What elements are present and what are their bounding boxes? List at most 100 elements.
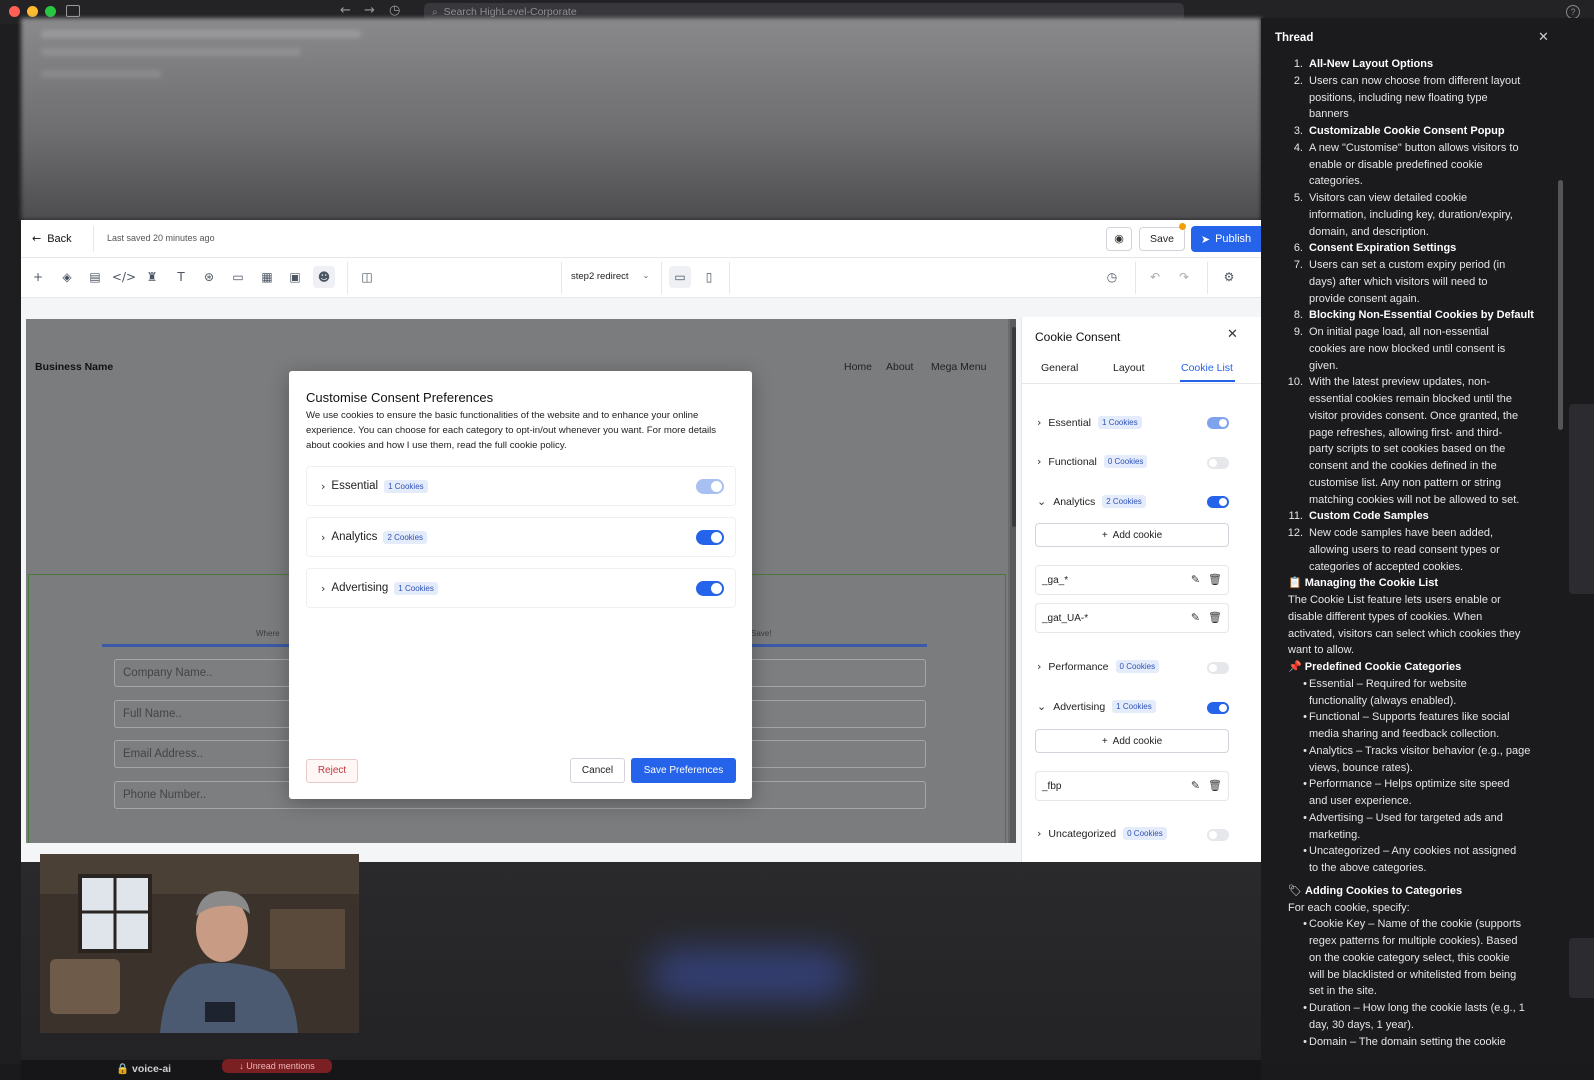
canvas-scroll-thumb[interactable] bbox=[1012, 327, 1016, 527]
panel-category-advertising[interactable]: ⌄ Advertising 1 Cookies bbox=[1037, 700, 1156, 713]
publish-button[interactable]: ➤ Publish bbox=[1191, 226, 1261, 252]
panel-uncategorized-toggle[interactable] bbox=[1207, 829, 1229, 841]
layers-icon[interactable]: ◈ bbox=[56, 266, 78, 288]
panel-performance-toggle[interactable] bbox=[1207, 662, 1229, 674]
chevron-down-icon: ⌄ bbox=[1037, 700, 1047, 713]
help-icon[interactable]: ? bbox=[1566, 5, 1580, 19]
thread-line-text: categories of accepted cookies. bbox=[1309, 560, 1464, 573]
thread-line-text: matching cookies will not be allowed to … bbox=[1309, 493, 1520, 506]
unread-mentions-badge[interactable]: ↓ Unread mentions bbox=[222, 1059, 332, 1073]
panel-analytics-toggle[interactable] bbox=[1207, 496, 1229, 508]
paint-icon[interactable]: ♜ bbox=[141, 266, 163, 288]
edit-icon[interactable]: ✎ bbox=[1191, 573, 1200, 586]
cancel-button[interactable]: Cancel bbox=[570, 758, 625, 783]
add-cookie-button-advertising[interactable]: + Add cookie bbox=[1035, 729, 1229, 753]
list-number: 4. bbox=[1293, 141, 1303, 154]
funnel-editor: ← Back Last saved 20 minutes ago ◉ Save … bbox=[21, 220, 1261, 862]
thread-line-text: Custom Code Samples bbox=[1309, 510, 1429, 523]
panel-advertising-toggle[interactable] bbox=[1207, 702, 1229, 714]
sidebar-toggle-icon[interactable] bbox=[66, 5, 80, 17]
minimize-window-button[interactable] bbox=[27, 6, 38, 17]
channel-voice-ai[interactable]: 🔒 voice-ai bbox=[116, 1062, 171, 1075]
page-select[interactable]: step2 redirect ⌄ bbox=[571, 271, 649, 282]
panel-category-analytics[interactable]: ⌄ Analytics 2 Cookies bbox=[1037, 495, 1146, 508]
modal-category-essential[interactable]: › Essential 1 Cookies bbox=[306, 466, 736, 506]
panel-essential-toggle[interactable] bbox=[1207, 417, 1229, 429]
thread-list-line: positions, including new floating type bbox=[1309, 90, 1488, 107]
add-cookie-button-analytics[interactable]: + Add cookie bbox=[1035, 523, 1229, 547]
close-icon[interactable]: ✕ bbox=[1227, 327, 1238, 342]
back-button[interactable]: ← Back bbox=[32, 232, 72, 245]
history-icon[interactable]: ◷ bbox=[389, 3, 400, 18]
reject-button[interactable]: Reject bbox=[306, 759, 358, 783]
text-icon[interactable]: T bbox=[170, 266, 192, 288]
add-element-icon[interactable]: + bbox=[27, 266, 49, 288]
panel-functional-toggle[interactable] bbox=[1207, 457, 1229, 469]
analytics-toggle[interactable] bbox=[696, 530, 724, 545]
advertising-toggle[interactable] bbox=[696, 581, 724, 596]
code-icon[interactable]: </> bbox=[112, 266, 136, 288]
cookie-key: _gat_UA-* bbox=[1042, 613, 1089, 624]
thread-line-text: Users can set a custom expiry period (in bbox=[1309, 259, 1506, 271]
settings-sliders-icon[interactable]: ⚙ bbox=[1218, 266, 1240, 288]
thread-line-text: provide consent again. bbox=[1309, 292, 1420, 305]
modal-category-analytics[interactable]: › Analytics 2 Cookies bbox=[306, 517, 736, 557]
panel-category-performance[interactable]: › Performance 0 Cookies bbox=[1037, 660, 1160, 673]
thread-scrollbar[interactable] bbox=[1558, 180, 1563, 430]
thread-paragraph-line: activated, visitors can select which coo… bbox=[1288, 627, 1521, 640]
thread-line-text: banners bbox=[1309, 108, 1349, 121]
thread-line-text: All-New Layout Options bbox=[1309, 58, 1434, 70]
redo-icon[interactable]: ↷ bbox=[1173, 266, 1195, 288]
terminal-icon[interactable]: ▣ bbox=[284, 266, 306, 288]
edit-icon[interactable]: ✎ bbox=[1191, 779, 1200, 792]
save-button[interactable]: Save bbox=[1139, 227, 1185, 251]
panel-category-essential[interactable]: › Essential 1 Cookies bbox=[1037, 416, 1142, 429]
trash-icon[interactable]: 🗑 bbox=[1208, 779, 1222, 792]
chevron-right-icon: › bbox=[1037, 827, 1042, 840]
panel-category-uncategorized[interactable]: › Uncategorized 0 Cookies bbox=[1037, 827, 1167, 840]
thread-list-line: • Domain – The domain setting the cookie bbox=[1303, 1034, 1506, 1051]
history-icon[interactable]: ◷ bbox=[1101, 266, 1123, 288]
mobile-view-icon[interactable]: ▯ bbox=[698, 266, 720, 288]
chevron-right-icon: › bbox=[321, 530, 326, 544]
category-name: Functional bbox=[1048, 455, 1097, 468]
pages-icon[interactable]: ▤ bbox=[84, 266, 106, 288]
desktop-view-icon[interactable]: ▭ bbox=[669, 266, 691, 288]
essential-toggle[interactable] bbox=[696, 479, 724, 494]
thread-line-text: information, including key, duration/exp… bbox=[1309, 208, 1513, 221]
trash-icon[interactable]: 🗑 bbox=[1208, 573, 1222, 586]
add-cookie-label: Add cookie bbox=[1112, 735, 1163, 747]
tab-cookie-list[interactable]: Cookie List bbox=[1181, 362, 1233, 374]
thread-line-text: Users can now choose from different layo… bbox=[1309, 74, 1521, 87]
popup-icon[interactable]: ▭ bbox=[227, 266, 249, 288]
split-view-icon[interactable]: ◫ bbox=[356, 266, 378, 288]
close-icon[interactable]: ✕ bbox=[1538, 30, 1549, 45]
maximize-window-button[interactable] bbox=[45, 6, 56, 17]
unread-mentions-label: Unread mentions bbox=[246, 1061, 315, 1071]
tab-general[interactable]: General bbox=[1041, 362, 1078, 374]
form-search-icon[interactable]: ▦ bbox=[256, 266, 278, 288]
tab-layout[interactable]: Layout bbox=[1113, 362, 1145, 374]
site-nav-about[interactable]: About bbox=[886, 361, 913, 373]
save-preferences-button[interactable]: Save Preferences bbox=[631, 758, 736, 783]
panel-category-functional[interactable]: › Functional 0 Cookies bbox=[1037, 455, 1148, 468]
site-nav-home[interactable]: Home bbox=[844, 361, 872, 373]
thread-section-heading: 📌 Predefined Cookie Categories bbox=[1288, 659, 1461, 676]
thread-line-text: on the cookie category select, this cook… bbox=[1309, 951, 1510, 964]
bullet-icon: • bbox=[1303, 1002, 1307, 1014]
close-window-button[interactable] bbox=[9, 6, 20, 17]
back-arrow-icon[interactable]: ← bbox=[340, 3, 351, 18]
thread-list-line: consent and the cookies defined in the bbox=[1309, 458, 1497, 475]
preview-button[interactable]: ◉ bbox=[1106, 227, 1132, 251]
trash-icon[interactable]: 🗑 bbox=[1208, 611, 1222, 624]
site-nav-mega-menu[interactable]: Mega Menu bbox=[931, 361, 986, 373]
thread-line-text: Advertising – Used for targeted ads and bbox=[1309, 811, 1503, 824]
edit-icon[interactable]: ✎ bbox=[1191, 611, 1200, 624]
cookie-count-badge: 1 Cookies bbox=[384, 479, 428, 493]
undo-icon[interactable]: ↶ bbox=[1144, 266, 1166, 288]
forward-arrow-icon[interactable]: → bbox=[364, 3, 375, 18]
integrations-icon[interactable]: ⊛ bbox=[198, 266, 220, 288]
cookie-icon[interactable]: ☻ bbox=[313, 266, 335, 288]
category-name: Advertising bbox=[1053, 700, 1106, 713]
modal-category-advertising[interactable]: › Advertising 1 Cookies bbox=[306, 568, 736, 608]
